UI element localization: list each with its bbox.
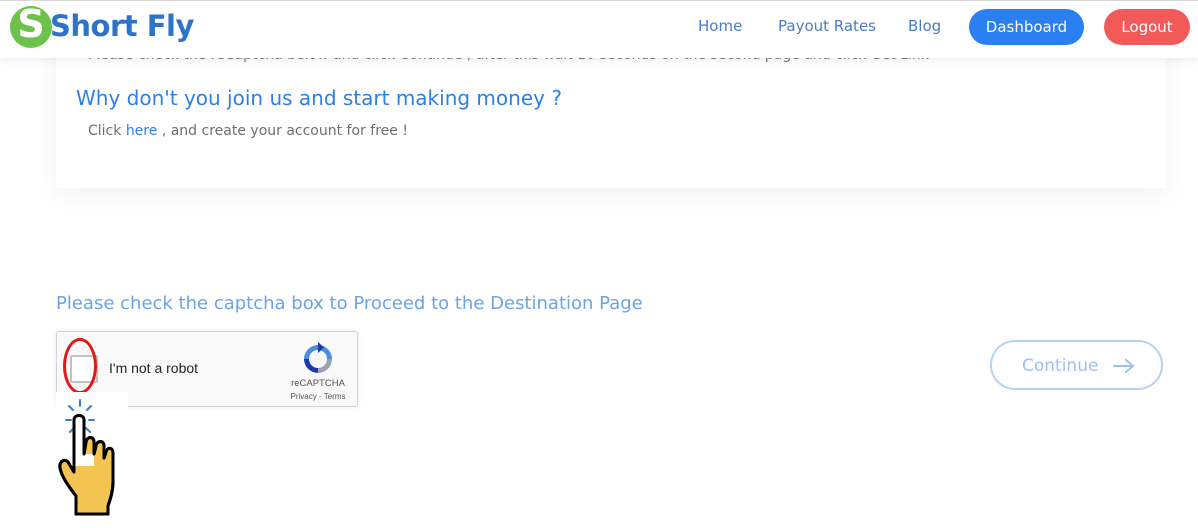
- nav-payout-rates-link[interactable]: Payout Rates: [778, 17, 876, 35]
- recaptcha-brand: reCAPTCHA: [291, 378, 345, 389]
- nav-home-link[interactable]: Home: [698, 17, 742, 35]
- site-logo[interactable]: S Short Fly: [10, 2, 194, 48]
- navbar: S Short Fly Home Payout Rates Blog Dashb…: [0, 0, 1198, 58]
- nav-blog-link[interactable]: Blog: [908, 17, 941, 35]
- join-text: Click here , and create your account for…: [88, 123, 408, 139]
- recaptcha-label: I'm not a robot: [109, 360, 199, 376]
- join-heading: Why don't you join us and start making m…: [76, 86, 562, 110]
- recaptcha-terms-link[interactable]: Terms: [324, 392, 346, 401]
- logo-text: Short Fly: [50, 9, 194, 43]
- arrow-right-icon: [1113, 359, 1134, 373]
- hand-pointer-icon: [56, 392, 128, 518]
- recaptcha-logo-icon: [304, 342, 332, 373]
- captcha-heading: Please check the captcha box to Proceed …: [56, 293, 643, 314]
- continue-button[interactable]: Continue: [990, 340, 1163, 390]
- logo-badge: S: [10, 2, 52, 48]
- continue-label: Continue: [1022, 356, 1099, 376]
- recaptcha-privacy-link[interactable]: Privacy: [291, 392, 317, 401]
- logout-button[interactable]: Logout: [1104, 9, 1190, 45]
- recaptcha-links-separator: -: [316, 392, 324, 401]
- logo-letter: S: [17, 2, 45, 46]
- join-prefix: Click: [88, 123, 126, 139]
- join-suffix: , and create your account for free !: [157, 123, 408, 139]
- dashboard-button[interactable]: Dashboard: [969, 9, 1084, 45]
- recaptcha-links: Privacy - Terms: [283, 392, 353, 401]
- signup-link[interactable]: here: [126, 123, 158, 139]
- highlight-ring: [63, 338, 97, 394]
